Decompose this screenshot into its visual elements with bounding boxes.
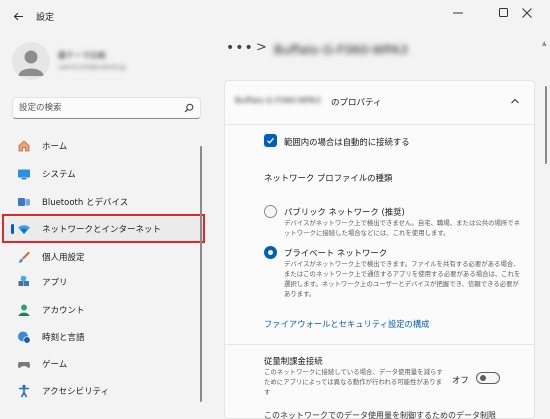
private-network-radio[interactable] <box>264 246 277 259</box>
search-box[interactable] <box>12 97 201 119</box>
properties-header[interactable]: Buffalo-G-F060-WPA3 のプロパティ <box>225 81 536 125</box>
home-icon <box>18 140 30 152</box>
nav-label-home: ホーム <box>42 142 68 152</box>
nav-item-home[interactable]: ホーム <box>6 134 203 158</box>
window-title: 設定 <box>36 13 55 23</box>
account-icon <box>18 304 30 316</box>
chevron-up-icon[interactable] <box>509 95 521 107</box>
back-button[interactable] <box>8 6 28 26</box>
nav-item-bluetooth[interactable]: Bluetooth とデバイス <box>6 190 203 214</box>
title-bar: 設定 <box>0 0 550 32</box>
auto-connect-checkbox[interactable] <box>264 134 277 147</box>
public-network-description: デバイスがネットワーク上で検出できません。自宅、職場、または公共の場所でネットワ… <box>284 219 521 237</box>
globe-clock-icon <box>18 331 31 344</box>
breadcrumb-overflow[interactable]: ••• <box>226 40 254 56</box>
nav-item-accounts[interactable]: アカウント <box>6 298 203 322</box>
metered-connection-title: 従量制課金接続 <box>264 356 323 366</box>
public-network-radio[interactable] <box>264 205 277 218</box>
nav-label-time-language: 時刻と言語 <box>42 333 85 343</box>
breadcrumb-chevron: > <box>256 40 267 55</box>
accessibility-icon <box>19 384 29 398</box>
firewall-settings-link[interactable]: ファイアウォールとセキュリティ設定の構成 <box>264 318 429 330</box>
brush-icon <box>18 251 30 263</box>
avatar[interactable] <box>12 42 50 80</box>
auto-connect-label: 範囲内の場合は自動的に接続する <box>284 137 410 147</box>
metered-connection-toggle[interactable] <box>476 372 500 384</box>
nav-item-gaming[interactable]: ゲーム <box>6 352 203 376</box>
nav-label-accessibility: アクセシビリティ <box>42 387 110 397</box>
public-network-title: パブリック ネットワーク (推奨) <box>284 207 405 217</box>
network-name: Buffalo-G-F060-WPA3 <box>235 96 321 105</box>
nav-label-bluetooth: Bluetooth とデバイス <box>42 198 129 208</box>
nav-item-system[interactable]: システム <box>6 162 203 186</box>
checkmark-icon <box>267 137 275 144</box>
section-divider <box>224 344 535 345</box>
nav-label-apps: アプリ <box>42 278 68 288</box>
nav-label-accounts: アカウント <box>42 306 85 316</box>
profile-type-heading: ネットワーク プロファイルの種類 <box>264 173 393 183</box>
nav-item-accessibility[interactable]: アクセシビリティ <box>6 379 203 403</box>
search-icon[interactable] <box>184 103 194 113</box>
nav-label-personalization: 個人用設定 <box>42 253 85 263</box>
nav-label-gaming: ゲーム <box>42 360 68 370</box>
properties-heading: のプロパティ <box>331 98 382 108</box>
metered-connection-description: このネットワークに接続している場合、データ使用量を減らすためにアプリによっては異… <box>264 368 443 396</box>
bluetooth-icon <box>18 198 30 206</box>
search-input[interactable] <box>19 100 179 116</box>
user-icon <box>18 50 44 76</box>
nav-label-system: システム <box>42 170 76 180</box>
highlight-box <box>2 214 205 243</box>
system-icon <box>18 169 30 180</box>
back-arrow-icon <box>13 12 23 20</box>
private-network-title: プライベート ネットワーク <box>284 248 388 258</box>
nav-item-apps[interactable]: アプリ <box>6 270 203 294</box>
close-icon <box>522 8 532 18</box>
close-button[interactable] <box>504 0 550 26</box>
gamepad-icon <box>18 362 30 368</box>
nav-item-personalization[interactable]: 個人用設定 <box>6 245 203 269</box>
user-email: user01234@outlook.jp <box>58 64 126 71</box>
nav-item-time-language[interactable]: 時刻と言語 <box>6 325 203 349</box>
data-limit-text: このネットワークでのデータ使用量を制御するためのデータ制限 <box>264 411 496 419</box>
scroll-up-arrow-icon[interactable]: ▲ <box>542 40 547 47</box>
page-title: Buffalo-G-F060-WPA3 <box>274 42 408 57</box>
private-network-description: デバイスがネットワーク上で検出できます。ファイルを共有する必要がある場合、または… <box>284 260 521 298</box>
apps-icon <box>18 275 29 286</box>
user-name: 藤テーマ比較 <box>58 51 106 60</box>
minimize-icon <box>453 12 463 14</box>
content-scrollbar[interactable] <box>545 86 547 164</box>
metered-toggle-state: オフ <box>452 375 469 385</box>
sidebar-scrollbar[interactable] <box>200 146 202 402</box>
minimize-button[interactable] <box>435 0 481 26</box>
